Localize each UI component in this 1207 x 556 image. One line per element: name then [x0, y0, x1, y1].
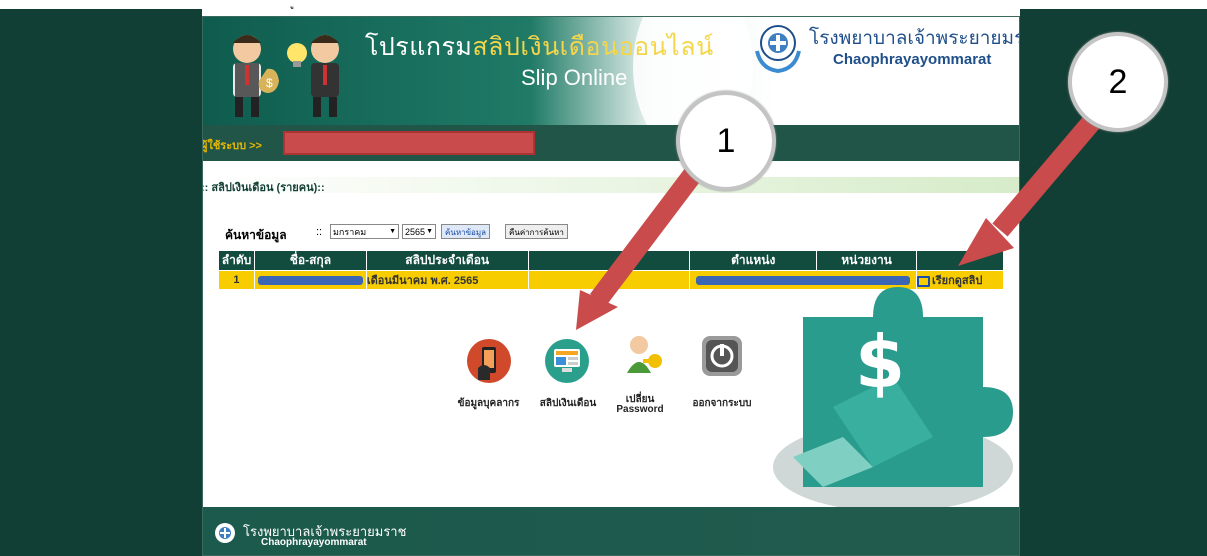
- personnel-info-label[interactable]: ข้อมูลบุคลากร: [451, 396, 526, 411]
- logout-power-icon[interactable]: [699, 333, 745, 379]
- idea-businessman-icon: [287, 35, 339, 117]
- reset-search-button[interactable]: คืนค่าการค้นหา: [505, 224, 568, 239]
- row-no: 1: [218, 270, 255, 290]
- search-label: ค้นหาข้อมูล: [225, 228, 287, 242]
- user-label: ผู้ใช้ระบบ >>: [202, 140, 262, 152]
- top-strip: ู: [0, 0, 1207, 9]
- column-header-no: ลำดับ: [218, 250, 255, 271]
- app-frame: $ โปรแกรมสลิปเงินเดือนออนไลน์ Slip Onlin…: [202, 16, 1020, 556]
- redacted-bar: [257, 275, 364, 285]
- app-title: โปรแกรมสลิปเงินเดือนออนไลน์: [365, 27, 714, 67]
- user-bar: ผู้ใช้ระบบ >>: [202, 125, 1019, 161]
- search-separator: ::: [316, 226, 323, 238]
- year-select-value: 2565: [405, 226, 426, 237]
- month-select-value: มกราคม: [333, 226, 367, 237]
- change-password-label-line2: Password: [616, 404, 664, 415]
- year-select[interactable]: 2565 ▼: [402, 224, 436, 239]
- section-title: :: สลิปเงินเดือน (รายคน)::: [202, 182, 325, 194]
- chevron-down-icon: ▼: [426, 228, 433, 235]
- hospital-name-thai: โรงพยาบาลเจ้าพระยายมราช: [809, 28, 1019, 49]
- change-password-label[interactable]: เปลี่ยน Password: [615, 395, 665, 415]
- callout-two: 2: [1068, 32, 1168, 132]
- change-password-key-icon[interactable]: [621, 333, 667, 379]
- page-footer: โรงพยาบาลเจ้าพระยายมราช Chaophrayayommar…: [203, 507, 1019, 555]
- hospital-logo-icon: [755, 25, 801, 74]
- dollar-puzzle-image: $: [773, 287, 1013, 512]
- section-bar: :: สลิปเงินเดือน (รายคน)::: [202, 177, 1019, 194]
- hospital-name-english: Chaophrayayommarat: [833, 51, 992, 68]
- chevron-down-icon: ▼: [389, 228, 396, 235]
- month-select[interactable]: มกราคม ▼: [330, 224, 399, 239]
- svg-text:$: $: [266, 76, 273, 90]
- footer-hospital-english: Chaophrayayommarat: [261, 537, 367, 548]
- row-name-redacted: [253, 270, 367, 290]
- salary-slip-label[interactable]: สลิปเงินเดือน: [533, 396, 603, 411]
- column-header-slip-month: สลิปประจำเดือน: [365, 250, 529, 271]
- salary-slip-icon[interactable]: [544, 338, 590, 384]
- personnel-info-icon[interactable]: [466, 338, 512, 384]
- column-header-blank: [527, 250, 691, 271]
- app-subtitle: Slip Online: [521, 65, 628, 90]
- search-button[interactable]: ค้นหาข้อมูล: [441, 224, 491, 239]
- app-title-prefix: โปรแกรม: [365, 33, 473, 61]
- background-left: [0, 9, 202, 556]
- column-header-name: ชื่อ-สกุล: [253, 250, 367, 271]
- logout-label[interactable]: ออกจากระบบ: [691, 396, 753, 411]
- user-name-redacted: [283, 131, 535, 155]
- app-title-highlight: สลิปเงินเดือนออนไลน์: [472, 33, 714, 61]
- callout-one: 1: [676, 91, 776, 191]
- row-slip-month: เดือนมีนาคม พ.ศ. 2565: [365, 270, 529, 290]
- svg-text:$: $: [855, 320, 905, 404]
- row-blank: [527, 270, 691, 290]
- businessman-icon: $: [233, 35, 279, 117]
- page-header: $ โปรแกรมสลิปเงินเดือนออนไลน์ Slip Onlin…: [203, 17, 1019, 157]
- hospital-logo-icon: [215, 523, 235, 543]
